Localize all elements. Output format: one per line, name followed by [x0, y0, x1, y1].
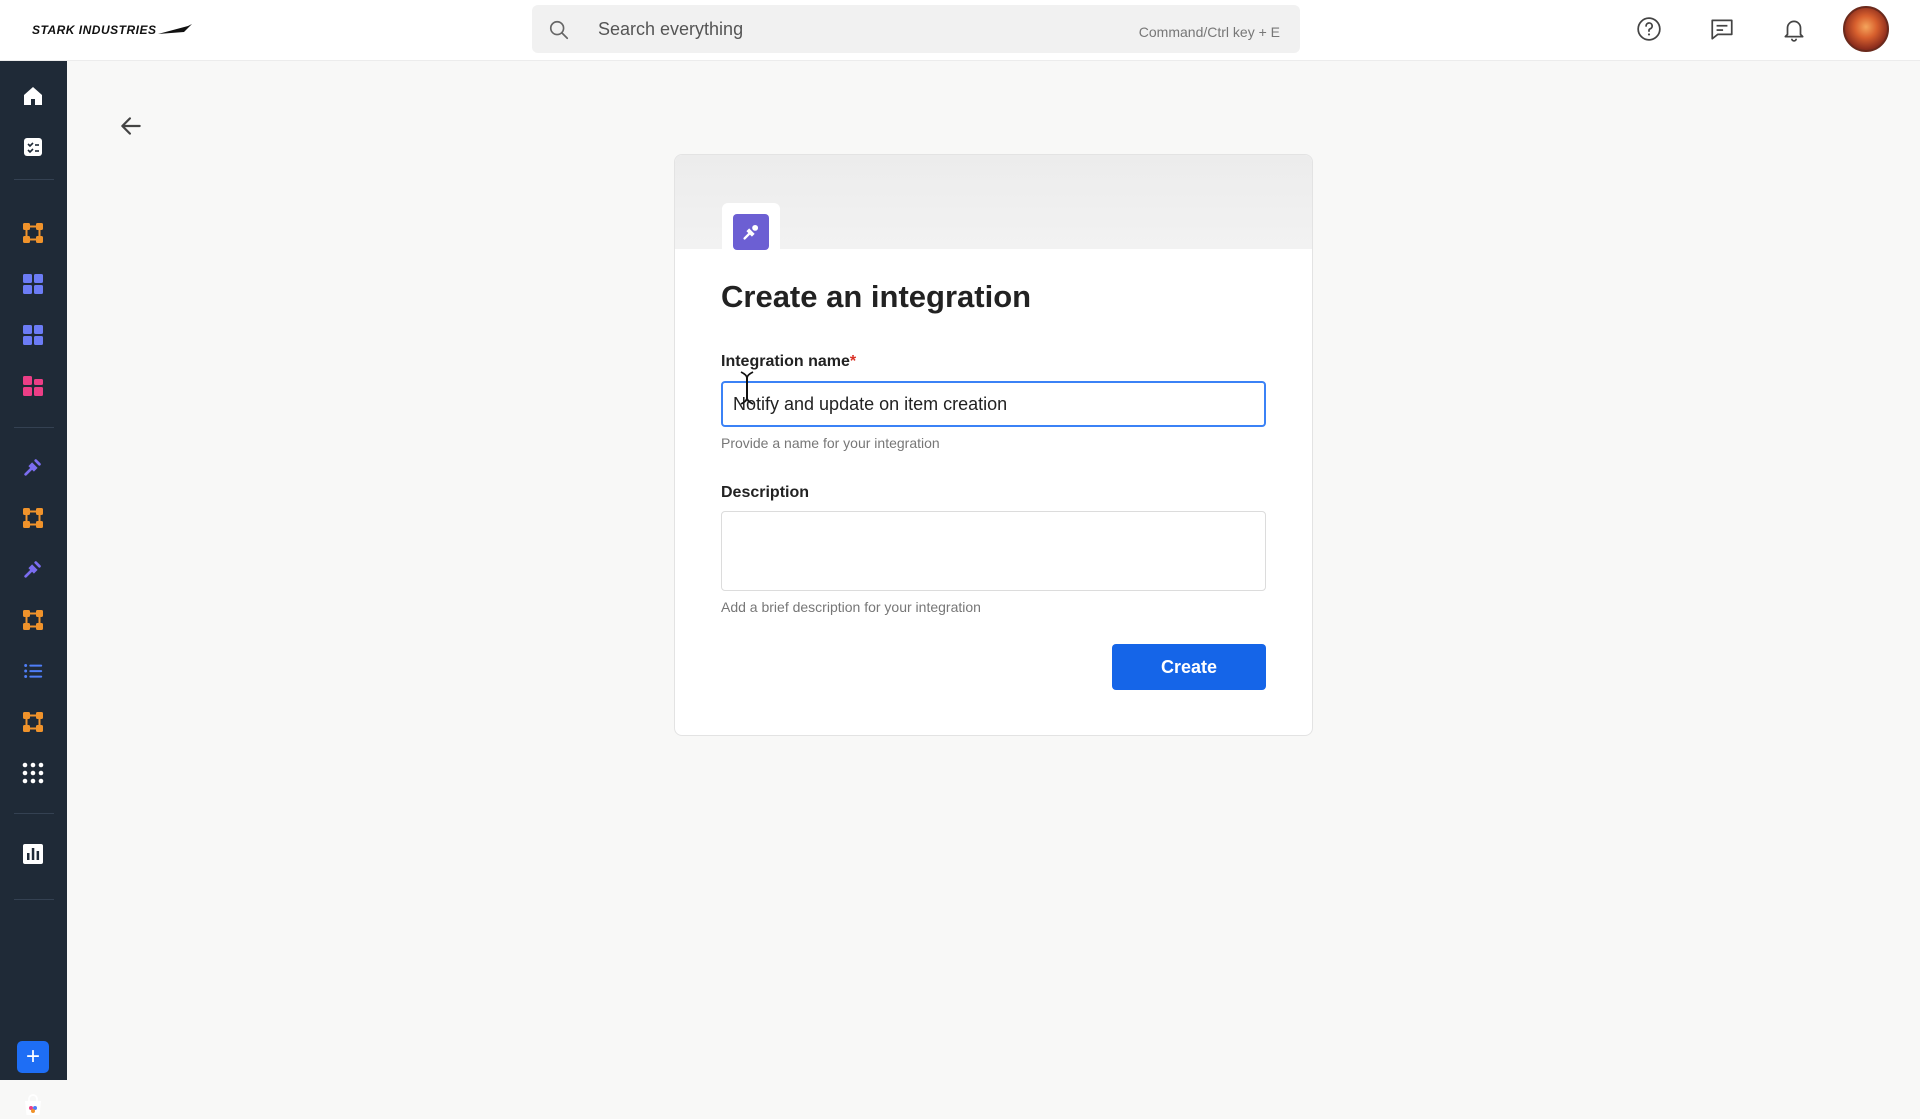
integration-name-label: Integration name* — [721, 353, 856, 371]
add-button[interactable]: + — [17, 1041, 49, 1073]
apps-icon — [23, 376, 43, 396]
sidebar-divider — [14, 899, 54, 900]
sidebar-divider — [14, 179, 54, 180]
dashboard-icon — [23, 325, 43, 345]
list-icon — [24, 664, 43, 678]
plus-icon: + — [25, 1043, 40, 1070]
workflow-icon — [23, 610, 43, 630]
description-label: Description — [721, 484, 810, 501]
create-integration-card: Create an integration Integration name* … — [674, 154, 1313, 736]
sidebar-divider — [14, 813, 54, 814]
sidebar-item-home[interactable] — [19, 82, 47, 110]
sidebar-item-list[interactable] — [19, 657, 47, 685]
required-mark: * — [849, 353, 857, 370]
arrow-left-icon — [121, 117, 141, 135]
description-helper: Add a brief description for your integra… — [721, 599, 981, 615]
sidebar-item-workflow-2[interactable] — [19, 504, 47, 532]
sidebar-item-tasks[interactable] — [19, 133, 47, 161]
chat-icon[interactable] — [1707, 14, 1737, 44]
page-title: Create an integration — [721, 279, 1032, 314]
sidebar-item-reports[interactable] — [19, 840, 47, 868]
description-textarea[interactable] — [721, 511, 1266, 591]
back-button[interactable] — [113, 108, 149, 144]
home-icon — [24, 87, 42, 105]
workflow-icon — [23, 712, 43, 732]
sidebar-item-apps[interactable] — [19, 372, 47, 400]
dashboard-icon — [23, 274, 43, 294]
sidebar-item-workflow-3[interactable] — [19, 606, 47, 634]
workflow-icon — [23, 223, 43, 243]
integration-name-helper: Provide a name for your integration — [721, 435, 940, 451]
shopping-bag-icon — [25, 1094, 41, 1115]
integration-name-input[interactable] — [721, 381, 1266, 427]
sidebar-item-store[interactable] — [19, 1091, 47, 1119]
sidebar-item-dashboard-2[interactable] — [19, 321, 47, 349]
integration-icon — [24, 459, 41, 476]
integration-logo — [722, 203, 780, 261]
grid-menu-icon — [22, 762, 44, 784]
sidebar-item-dashboard-1[interactable] — [19, 270, 47, 298]
sidebar-divider — [14, 427, 54, 428]
logo-text: STARK INDUSTRIES — [32, 23, 157, 37]
sidebar-item-all-apps[interactable] — [19, 759, 47, 787]
search-placeholder: Search everything — [598, 19, 744, 39]
user-avatar[interactable] — [1843, 6, 1889, 52]
sidebar-item-integration-2[interactable] — [19, 555, 47, 583]
tasks-icon — [24, 138, 42, 156]
bell-icon[interactable] — [1779, 14, 1809, 44]
stark-industries-logo[interactable]: STARK INDUSTRIES — [32, 20, 193, 40]
top-bar: STARK INDUSTRIES Search everything Comma… — [0, 0, 1920, 61]
reports-icon — [23, 844, 43, 864]
workflow-icon — [23, 508, 43, 528]
create-button[interactable]: Create — [1112, 644, 1266, 690]
integration-plug-icon — [743, 224, 759, 240]
global-search-bar[interactable]: Search everything Command/Ctrl key + E — [532, 5, 1300, 53]
text-cursor-icon — [740, 371, 754, 405]
search-icon — [549, 20, 569, 40]
sidebar: + — [0, 61, 67, 1115]
integration-name-label-text: Integration name — [721, 353, 850, 370]
integration-icon — [24, 561, 41, 578]
help-icon[interactable] — [1634, 14, 1664, 44]
sidebar-item-workflow-1[interactable] — [19, 219, 47, 247]
search-shortcut-hint: Command/Ctrl key + E — [1138, 24, 1280, 40]
sidebar-item-workflow-4[interactable] — [19, 708, 47, 736]
sidebar-item-integration-1[interactable] — [19, 453, 47, 481]
logo-swoosh-icon — [158, 24, 193, 34]
